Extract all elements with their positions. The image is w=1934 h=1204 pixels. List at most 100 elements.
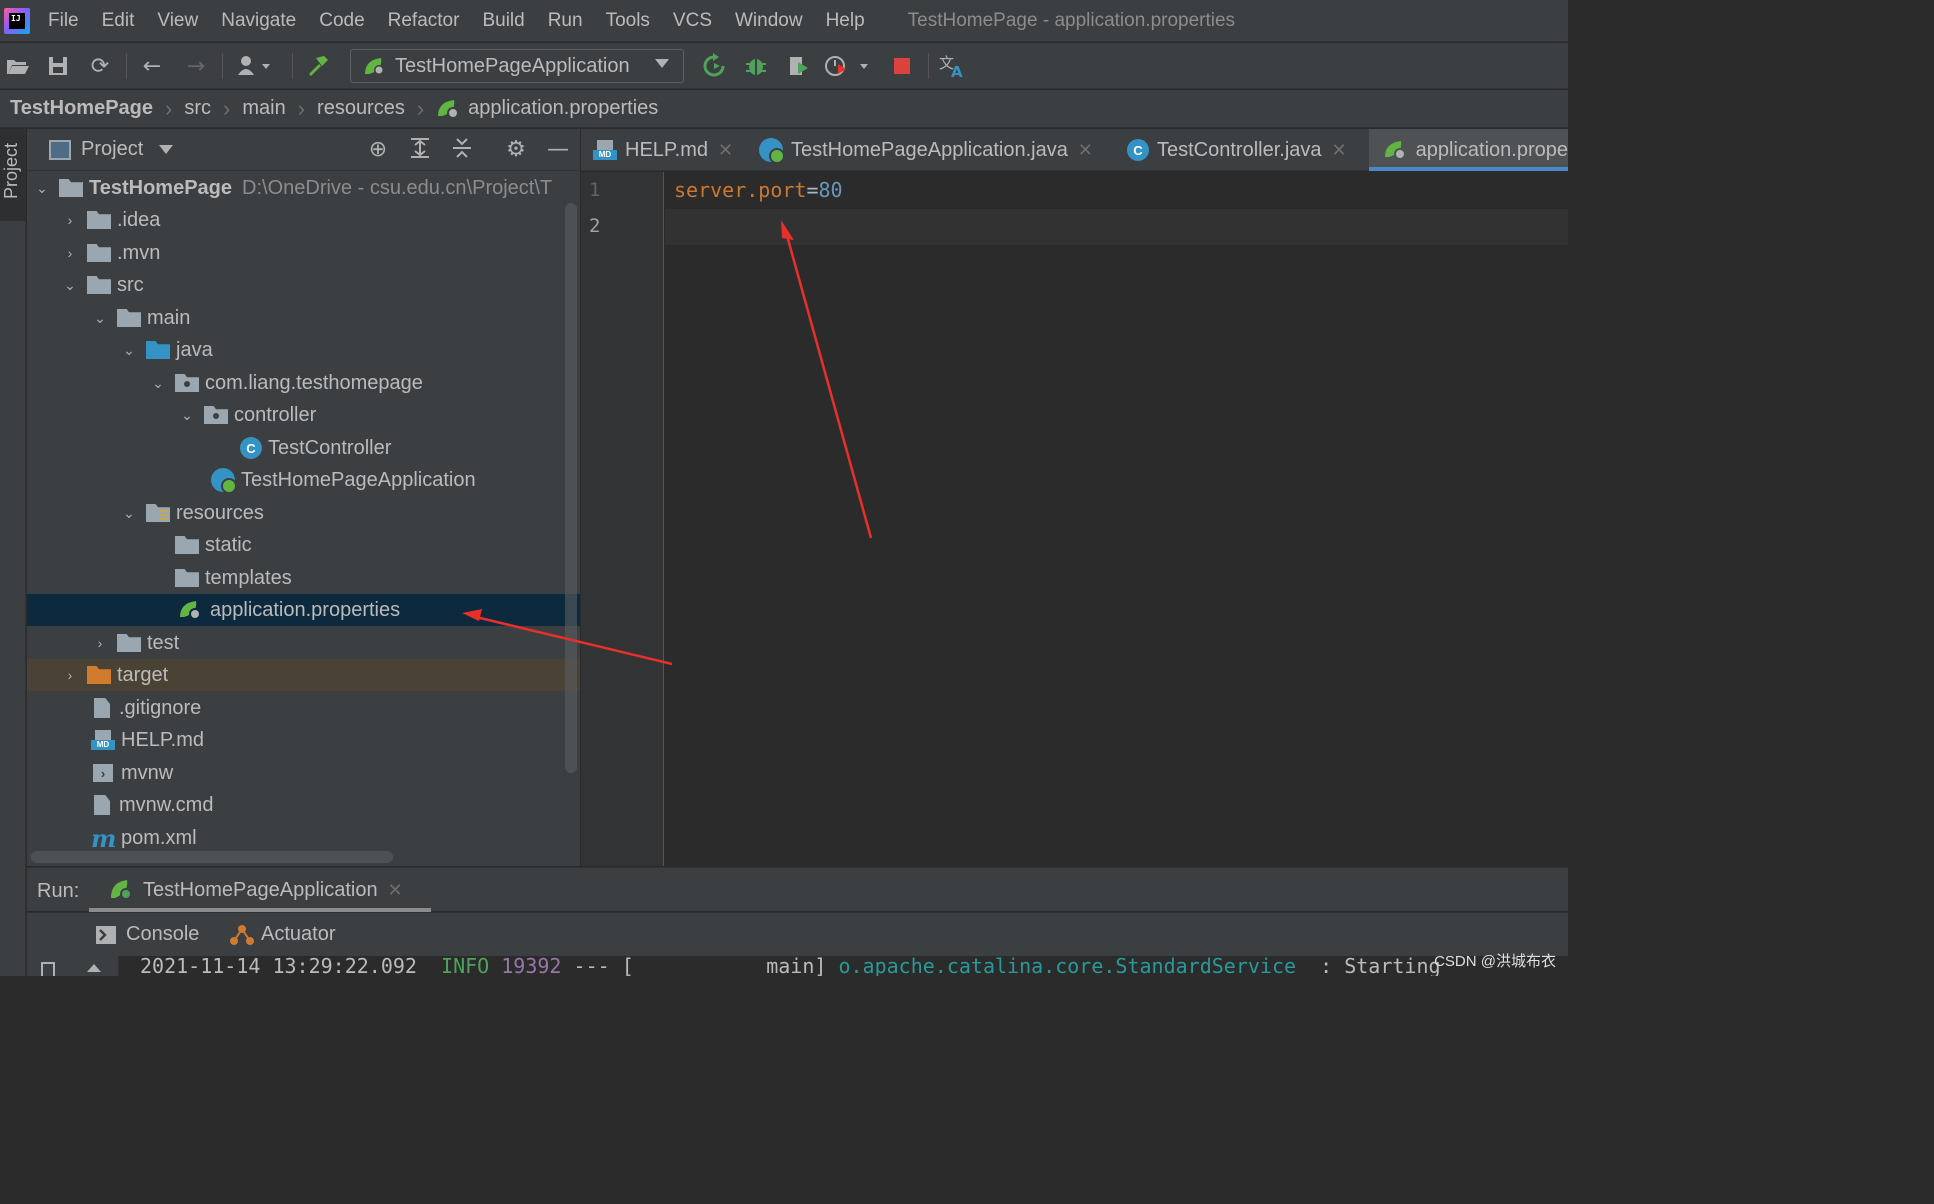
debug-bug-icon[interactable] — [742, 52, 770, 80]
folder-icon — [175, 569, 199, 587]
code-line-1[interactable]: server.port=80 — [674, 178, 843, 202]
vertical-scrollbar[interactable] — [565, 203, 577, 773]
tree-item-controller[interactable]: ⌄ controller — [27, 399, 580, 431]
stop-icon[interactable] — [888, 52, 916, 80]
main-toolbar: ⟳ ← → TestHomePageApplication 文A — [0, 43, 1568, 89]
tree-item-label: .mvn — [117, 241, 161, 264]
tab-testcontroller-java[interactable]: C TestController.java ✕ — [1127, 129, 1347, 171]
chevron-up-icon[interactable] — [87, 964, 101, 972]
close-icon[interactable]: ✕ — [1078, 140, 1093, 161]
tree-item-gitignore[interactable]: .gitignore — [27, 692, 580, 724]
chevron-down-icon[interactable]: ⌄ — [91, 310, 109, 327]
minimize-icon[interactable]: — — [545, 137, 571, 162]
wrench-icon[interactable] — [41, 962, 55, 976]
console-output[interactable]: 2021-11-14 13:29:22.092 INFO 19392 --- [… — [120, 956, 1568, 976]
property-key: server.port — [674, 178, 807, 202]
menu-vcs[interactable]: VCS — [673, 10, 712, 32]
rerun-icon[interactable] — [700, 52, 728, 80]
tab-application-java[interactable]: TestHomePageApplication.java ✕ — [759, 129, 1093, 171]
project-tool-button[interactable]: Project — [0, 129, 26, 221]
tree-item-test[interactable]: › test — [27, 627, 580, 659]
tree-item-idea[interactable]: › .idea — [27, 204, 580, 236]
module-folder-icon — [59, 179, 83, 197]
tree-item-resources[interactable]: ⌄ resources — [27, 497, 580, 529]
menu-tools[interactable]: Tools — [606, 10, 650, 32]
menu-file[interactable]: File — [48, 10, 79, 32]
subtab-actuator[interactable]: Actuator — [229, 923, 335, 946]
tree-item-package[interactable]: ⌄ com.liang.testhomepage — [27, 367, 580, 399]
profile-icon[interactable] — [824, 52, 874, 80]
chevron-down-icon[interactable]: ⌄ — [178, 407, 196, 424]
tree-item-static[interactable]: static — [27, 529, 580, 561]
breadcrumb-file[interactable]: application.properties — [468, 97, 658, 120]
subtab-console[interactable]: Console — [95, 923, 199, 946]
resources-folder-icon — [146, 504, 170, 522]
tree-item-testcontroller[interactable]: C TestController — [27, 432, 580, 464]
breadcrumb-src[interactable]: src — [184, 97, 211, 120]
tree-item-application-class[interactable]: TestHomePageApplication — [27, 464, 580, 496]
menu-help[interactable]: Help — [826, 10, 865, 32]
chevron-down-icon[interactable] — [159, 145, 174, 154]
tree-item-mvnw[interactable]: › mvnw — [27, 757, 580, 789]
run-tab[interactable]: TestHomePageApplication ✕ — [89, 868, 431, 912]
chevron-right-icon[interactable]: › — [91, 635, 109, 651]
menu-refactor[interactable]: Refactor — [388, 10, 460, 32]
chevron-down-icon[interactable]: ⌄ — [120, 505, 138, 522]
save-icon[interactable] — [44, 52, 72, 80]
forward-arrow-icon[interactable]: → — [182, 52, 210, 80]
project-panel-title[interactable]: Project — [81, 138, 143, 161]
sync-icon[interactable]: ⟳ — [86, 52, 114, 80]
build-hammer-icon[interactable] — [304, 52, 332, 80]
menu-build[interactable]: Build — [482, 10, 524, 32]
tree-item-pom[interactable]: m pom.xml — [27, 822, 580, 854]
menu-view[interactable]: View — [157, 10, 198, 32]
tree-item-root[interactable]: ⌄ TestHomePage D:\OneDrive - csu.edu.cn\… — [27, 172, 580, 204]
tree-item-mvn[interactable]: › .mvn — [27, 237, 580, 269]
back-arrow-icon[interactable]: ← — [138, 52, 166, 80]
tree-item-main[interactable]: ⌄ main — [27, 302, 580, 334]
breadcrumb-project[interactable]: TestHomePage — [10, 97, 153, 120]
log-timestamp: 2021-11-14 13:29:22.092 — [140, 956, 417, 976]
tab-application-properties[interactable]: application.prope — [1369, 129, 1568, 171]
close-icon[interactable]: ✕ — [388, 880, 403, 901]
chevron-right-icon[interactable]: › — [61, 245, 79, 261]
tree-item-label: com.liang.testhomepage — [205, 371, 423, 394]
close-icon[interactable]: ✕ — [1332, 140, 1347, 161]
breadcrumb-main[interactable]: main — [242, 97, 285, 120]
chevron-down-icon[interactable]: ⌄ — [61, 277, 79, 294]
tree-item-mvnw-cmd[interactable]: mvnw.cmd — [27, 789, 580, 821]
translate-icon[interactable]: 文A — [938, 52, 966, 80]
chevron-down-icon[interactable]: ⌄ — [120, 342, 138, 359]
breadcrumb-resources[interactable]: resources — [317, 97, 405, 120]
menu-window[interactable]: Window — [735, 10, 803, 32]
tree-item-target[interactable]: › target — [27, 659, 580, 691]
menu-edit[interactable]: Edit — [102, 10, 135, 32]
gear-icon[interactable]: ⚙ — [503, 137, 529, 162]
close-icon[interactable]: ✕ — [718, 140, 733, 161]
vcs-user-icon[interactable] — [234, 52, 278, 80]
menu-navigate[interactable]: Navigate — [221, 10, 296, 32]
tree-item-src[interactable]: ⌄ src — [27, 269, 580, 301]
coverage-icon[interactable] — [784, 52, 812, 80]
horizontal-scrollbar[interactable] — [31, 851, 393, 863]
breadcrumb-separator-icon: › — [416, 95, 425, 121]
tree-item-java[interactable]: ⌄ java — [27, 334, 580, 366]
log-separator: --- [ — [573, 956, 634, 976]
chevron-right-icon[interactable]: › — [61, 212, 79, 228]
tree-item-help-md[interactable]: MD HELP.md — [27, 724, 580, 756]
chevron-down-icon[interactable]: ⌄ — [149, 375, 167, 392]
tree-item-application-properties[interactable]: application.properties — [27, 594, 580, 626]
expand-all-icon[interactable] — [407, 137, 433, 165]
tree-item-templates[interactable]: templates — [27, 562, 580, 594]
menu-run[interactable]: Run — [548, 10, 583, 32]
locate-target-icon[interactable]: ⊕ — [365, 137, 391, 162]
code-editor[interactable]: server.port=80 — [665, 172, 1568, 866]
run-subtab-bar: Console Actuator — [27, 912, 1568, 956]
chevron-right-icon[interactable]: › — [61, 667, 79, 683]
collapse-all-icon[interactable] — [449, 137, 475, 165]
chevron-down-icon[interactable]: ⌄ — [33, 180, 51, 197]
run-configuration-selector[interactable]: TestHomePageApplication — [350, 49, 684, 83]
menu-code[interactable]: Code — [319, 10, 364, 32]
tab-help-md[interactable]: MD HELP.md ✕ — [593, 129, 733, 171]
open-folder-icon[interactable] — [4, 52, 32, 80]
